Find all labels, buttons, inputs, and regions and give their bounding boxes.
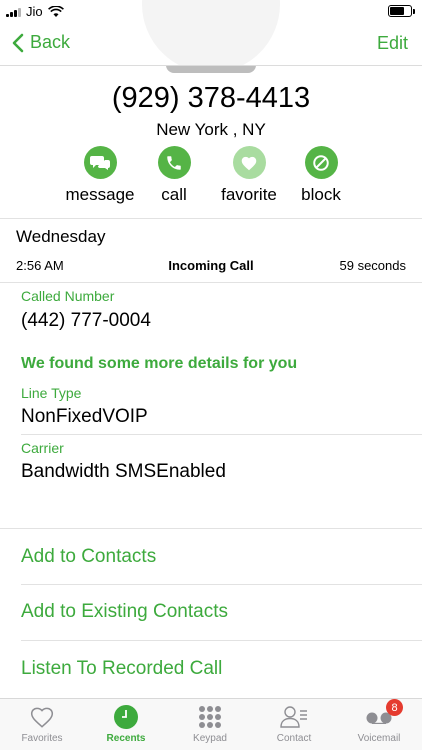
phone-icon [157,146,191,179]
line-type-value: NonFixedVOIP [21,406,148,427]
heart-outline-icon [29,703,55,731]
tab-recents[interactable]: Recents [84,703,168,744]
call-day: Wednesday [16,227,106,246]
divider [21,434,422,435]
line-type-label: Line Type [21,385,82,401]
clock-icon [113,703,139,731]
tab-label: Favorites [21,733,63,744]
voicemail-icon: 8 [365,699,403,731]
divider [21,640,422,641]
tab-bar: Favorites Recents Keypad Contact 8 Voice… [0,698,422,750]
listen-recorded-call-link[interactable]: Listen To Recorded Call [21,658,222,680]
tab-label: Recents [106,733,146,744]
called-number-label: Called Number [21,288,115,304]
tab-label: Contact [276,733,312,744]
call-label: call [161,185,187,204]
back-button[interactable]: Back [12,32,70,53]
block-icon [304,146,338,179]
favorite-label: favorite [221,185,277,204]
tab-favorites[interactable]: Favorites [0,703,84,744]
add-to-existing-contacts-link[interactable]: Add to Existing Contacts [21,601,228,623]
nav-bar: Back Edit [0,22,422,66]
voicemail-badge: 8 [386,699,403,716]
contact-location: New York , NY [156,120,266,139]
tab-contact[interactable]: Contact [252,703,336,744]
divider [0,528,422,529]
back-label: Back [30,32,71,52]
message-label: message [65,185,135,204]
message-icon [83,146,117,179]
tab-label: Keypad [193,733,227,744]
divider [21,584,422,585]
call-duration: 59 seconds [339,258,407,273]
contact-phone-number: (929) 378-4413 [111,82,311,114]
add-to-contacts-link[interactable]: Add to Contacts [21,546,156,568]
battery-fill [390,7,404,15]
details-heading: We found some more details for you [21,355,298,372]
heart-icon [232,146,266,179]
block-label: block [301,185,341,204]
called-number-value: (442) 777-0004 [21,310,151,331]
carrier-label: Carrier [21,440,64,456]
divider [0,218,422,219]
person-icon [280,703,308,731]
battery-icon [388,5,415,17]
tab-voicemail[interactable]: 8 Voicemail [337,699,421,744]
block-button[interactable]: block [276,146,366,205]
edit-button[interactable]: Edit [377,33,408,54]
chevron-left-icon [12,33,24,52]
tab-label: Voicemail [357,733,401,744]
keypad-icon [198,703,222,731]
quick-actions: message call favorite block [0,146,422,208]
carrier-value: Bandwidth SMSEnabled [21,461,226,482]
tab-keypad[interactable]: Keypad [168,703,252,744]
divider [0,282,422,283]
